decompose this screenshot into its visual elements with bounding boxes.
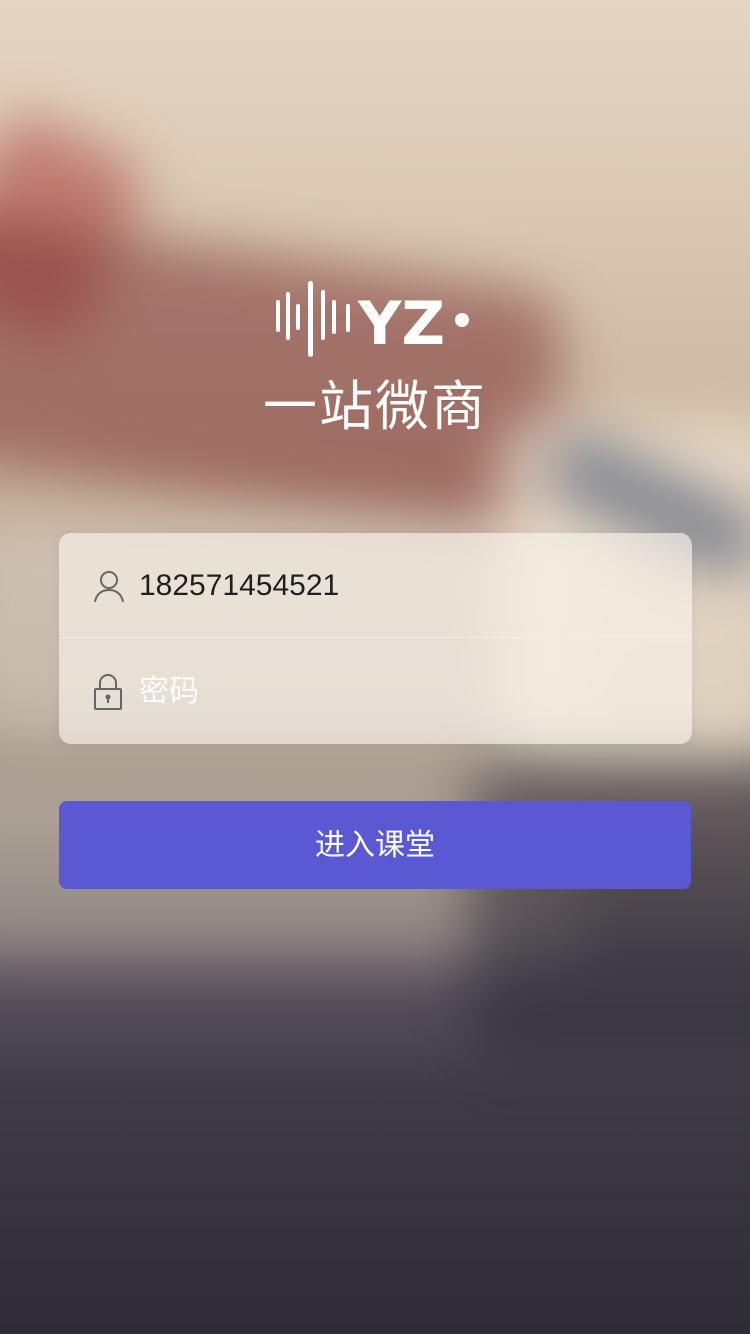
password-field[interactable] — [139, 667, 659, 717]
logo-text: YZ — [357, 289, 445, 359]
lock-icon — [94, 674, 122, 710]
username-row — [59, 533, 692, 637]
field-divider — [59, 637, 692, 638]
user-icon — [94, 571, 124, 603]
enter-classroom-button[interactable]: 进入课堂 — [59, 801, 691, 889]
brand-logo: YZ — [0, 276, 750, 366]
login-card — [59, 533, 692, 744]
password-row — [59, 639, 692, 743]
username-field[interactable] — [139, 561, 659, 611]
yz-logo-icon: YZ — [276, 281, 469, 359]
brand-title: 一站微商 — [263, 375, 487, 438]
